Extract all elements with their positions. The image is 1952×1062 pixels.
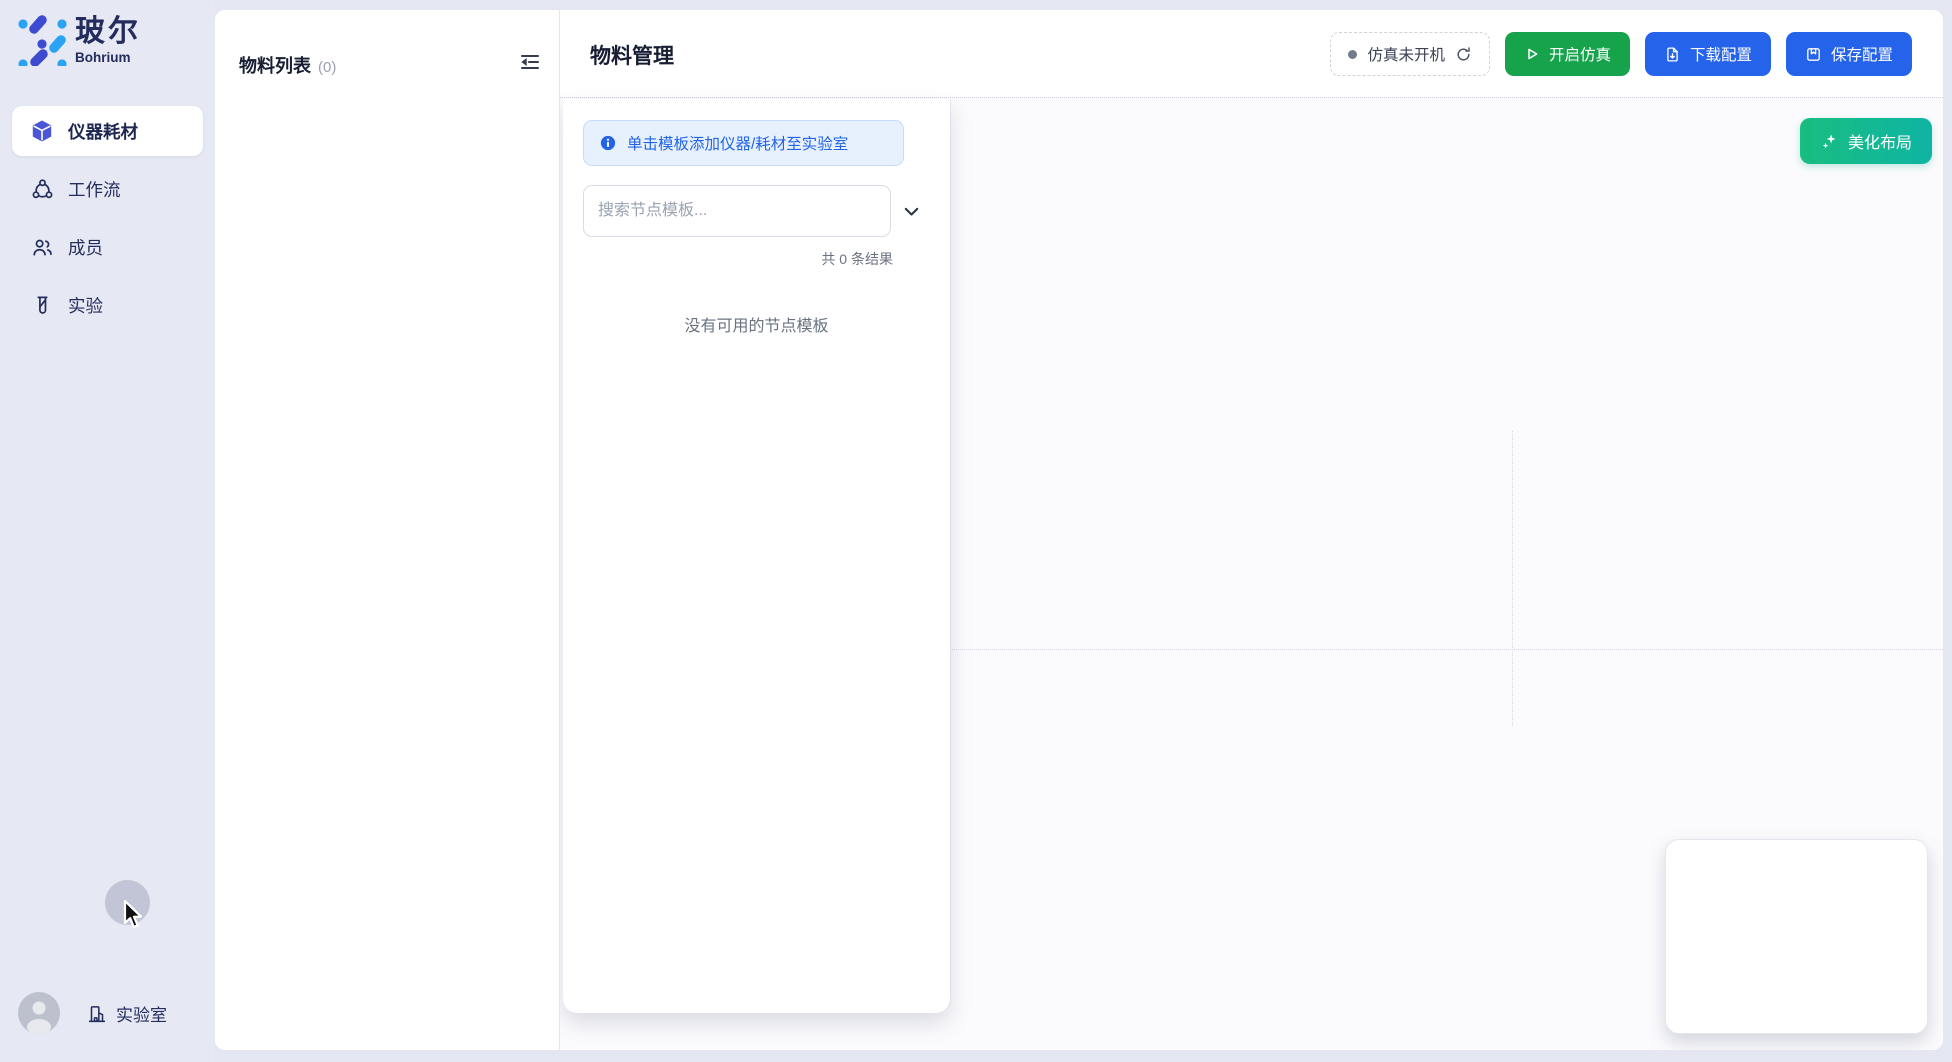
- page-title: 物料管理: [590, 40, 674, 70]
- info-icon: [599, 134, 617, 152]
- lab-label: 实验室: [116, 1001, 167, 1026]
- sidebar-item-experiment[interactable]: 实验: [12, 280, 203, 330]
- lab-switcher[interactable]: 实验室: [86, 1001, 167, 1026]
- brand-logo[interactable]: 玻尔 Bohrium: [15, 14, 141, 66]
- sparkles-icon: [1820, 132, 1839, 151]
- brand-name-zh: 玻尔: [75, 15, 141, 48]
- sidebar-menu: 仪器耗材 工作流 成员: [12, 106, 203, 338]
- sidebar-item-workflow[interactable]: 工作流: [12, 164, 203, 214]
- play-icon: [1524, 46, 1540, 62]
- simulation-status-label: 仿真未开机: [1367, 43, 1445, 65]
- start-simulation-button[interactable]: 开启仿真: [1505, 32, 1630, 76]
- brand-name-en: Bohrium: [75, 50, 141, 65]
- refresh-icon[interactable]: [1455, 46, 1472, 63]
- sidebar-item-label: 仪器耗材: [68, 119, 138, 144]
- materials-panel: 物料列表 (0): [215, 10, 560, 1050]
- canvas-guide-vertical: [1512, 431, 1513, 726]
- status-dot-icon: [1348, 50, 1357, 59]
- node-template-panel: 单击模板添加仪器/耗材至实验室 共 0 条结果 没有可用的节点模板: [563, 99, 950, 1013]
- header-actions: 仿真未开机 开启仿真: [1330, 32, 1912, 76]
- collapse-panel-icon[interactable]: [518, 50, 542, 74]
- user-avatar[interactable]: [18, 992, 60, 1034]
- canvas-guide-horizontal: [950, 649, 1943, 650]
- hint-banner: 单击模板添加仪器/耗材至实验室: [583, 120, 904, 166]
- save-config-button[interactable]: 保存配置: [1786, 32, 1912, 76]
- materials-count: (0): [318, 59, 336, 76]
- sidebar-item-members[interactable]: 成员: [12, 222, 203, 272]
- materials-title: 物料列表: [239, 56, 311, 76]
- sidebar-item-label: 成员: [68, 235, 103, 260]
- sidebar-item-label: 实验: [68, 293, 103, 318]
- minimap[interactable]: [1665, 839, 1928, 1034]
- save-icon: [1805, 46, 1822, 63]
- empty-templates-text: 没有可用的节点模板: [563, 312, 950, 336]
- materials-panel-header: 物料列表 (0): [215, 10, 559, 98]
- bohrium-logo-icon: [15, 14, 67, 66]
- sidebar-item-instruments[interactable]: 仪器耗材: [12, 106, 203, 156]
- simulation-status-pill: 仿真未开机: [1330, 32, 1490, 76]
- members-icon: [30, 235, 54, 259]
- app-window: 物料列表 (0) 物料管理 仿真未开机: [215, 10, 1943, 1050]
- cube-icon: [30, 119, 54, 143]
- main-header: 物料管理 仿真未开机: [560, 10, 1943, 97]
- mouse-cursor: [123, 900, 149, 932]
- search-row: [583, 185, 930, 237]
- hint-text: 单击模板添加仪器/耗材至实验室: [627, 132, 848, 154]
- experiment-icon: [30, 293, 54, 317]
- search-template-input[interactable]: [583, 185, 891, 237]
- workflow-icon: [30, 177, 54, 201]
- download-config-button[interactable]: 下载配置: [1645, 32, 1771, 76]
- flow-canvas[interactable]: 单击模板添加仪器/耗材至实验室 共 0 条结果 没有可用的节点模板: [560, 97, 1943, 1050]
- file-download-icon: [1664, 46, 1681, 63]
- beautify-layout-button[interactable]: 美化布局: [1800, 118, 1932, 164]
- sidebar-item-label: 工作流: [68, 177, 121, 202]
- sidebar-footer: 实验室: [0, 992, 215, 1036]
- chevron-down-icon[interactable]: [901, 201, 922, 222]
- main-pane: 物料管理 仿真未开机: [560, 10, 1943, 1050]
- results-count: 共 0 条结果: [821, 249, 893, 269]
- building-icon: [86, 1003, 108, 1025]
